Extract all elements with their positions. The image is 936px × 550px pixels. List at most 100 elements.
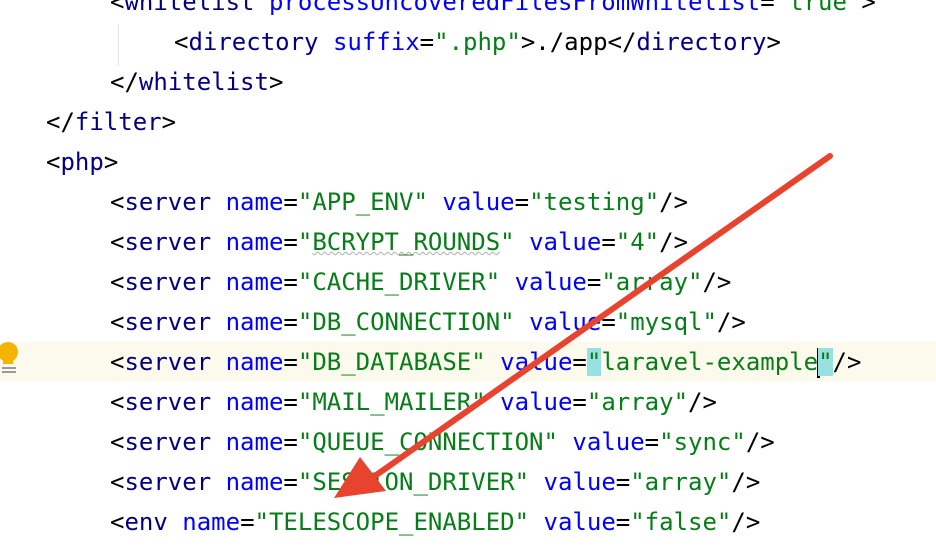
tag-name: directory — [636, 28, 767, 56]
attribute-value: .php — [448, 28, 507, 56]
code-text: <server name="BCRYPT_ROUNDS" value="4"/> — [110, 222, 688, 262]
code-line[interactable]: <directory suffix=".php">./app</director… — [0, 22, 936, 62]
tag-bracket: </ — [607, 28, 637, 56]
code-line[interactable]: <whitelist processUncoveredFilesFromWhit… — [0, 0, 936, 22]
attribute-value: sync — [673, 428, 732, 456]
tag-name: filter — [74, 108, 162, 136]
tag-bracket: < — [110, 0, 125, 16]
code-text: <server name="CACHE_DRIVER" value="array… — [110, 262, 731, 302]
code-line[interactable]: <server name="APP_ENV" value="testing"/> — [0, 182, 936, 222]
tag-bracket: /> — [832, 348, 862, 376]
quote: " — [601, 268, 616, 296]
quote: " — [659, 428, 674, 456]
equals-sign: = — [615, 468, 631, 496]
attribute-value: laravel-example — [601, 348, 819, 376]
quote: " — [630, 508, 645, 536]
quote: " — [297, 388, 313, 416]
quote: " — [716, 468, 732, 496]
code-text: <server name="MAIL_MAILER" value="array"… — [110, 382, 717, 422]
quote: " — [644, 188, 660, 216]
equals-sign: = — [615, 508, 631, 536]
tag-name: server — [124, 188, 212, 216]
tag-bracket: </ — [46, 108, 75, 136]
code-line[interactable]: <php> — [0, 142, 936, 182]
code-text: <server name="QUEUE_CONNECTION" value="s… — [110, 422, 775, 462]
attribute-name: name — [225, 428, 284, 456]
equals-sign: = — [283, 268, 298, 296]
tag-bracket: > — [861, 0, 876, 16]
code-editor[interactable]: <whitelist processUncoveredFilesFromWhit… — [0, 0, 936, 550]
attribute-name: value — [500, 348, 573, 376]
tag-bracket: < — [110, 268, 125, 296]
attribute-value: DB_CONNECTION — [312, 308, 501, 336]
tag-bracket: < — [110, 228, 125, 256]
tag-bracket: < — [110, 308, 125, 336]
quote: " — [297, 348, 313, 376]
code-text: <server name="SESSION_DRIVER" value="arr… — [110, 462, 760, 502]
equals-sign: = — [760, 0, 775, 16]
code-text: <server name="APP_ENV" value="testing"/> — [110, 182, 688, 222]
quote: " — [846, 0, 862, 16]
attribute-value: QUEUE_CONNECTION — [312, 428, 544, 456]
quote: " — [586, 348, 602, 376]
code-line[interactable]: <server name="BCRYPT_ROUNDS" value="4"/> — [0, 222, 936, 262]
quote: " — [471, 388, 486, 416]
tag-bracket: /> — [745, 428, 775, 456]
quote: " — [500, 228, 515, 256]
code-line[interactable]: <server name="DB_CONNECTION" value="mysq… — [0, 302, 936, 342]
equals-sign: = — [514, 188, 530, 216]
code-line[interactable]: <server name="CACHE_DRIVER" value="array… — [0, 262, 936, 302]
tag-name: server — [124, 428, 212, 456]
tag-bracket: < — [110, 428, 125, 456]
attribute-name: value — [529, 308, 602, 336]
quote: " — [688, 268, 703, 296]
quote: " — [254, 508, 269, 536]
tag-bracket: < — [174, 28, 189, 56]
attribute-name: value — [442, 188, 515, 216]
attribute-name: value — [514, 268, 587, 296]
attribute-name: suffix — [332, 28, 420, 56]
quote: " — [500, 308, 515, 336]
tag-name: directory — [188, 28, 319, 56]
lightbulb-icon[interactable] — [0, 341, 24, 375]
attribute-value: array — [615, 268, 689, 296]
equals-sign: = — [572, 388, 587, 416]
tag-name: server — [124, 308, 212, 336]
code-text: </filter> — [46, 102, 176, 142]
attribute-value: BCRYPT_ROUNDS — [312, 228, 501, 256]
equals-sign: = — [419, 28, 435, 56]
tag-bracket: </ — [110, 68, 139, 96]
equals-sign: = — [283, 228, 298, 256]
attribute-value: mysql — [630, 308, 703, 336]
code-line[interactable]: <env name="TELESCOPE_ENABLED" value="fal… — [0, 502, 936, 542]
tag-bracket: > — [103, 148, 119, 176]
tag-name: server — [124, 268, 212, 296]
element-text: ./app — [535, 28, 608, 56]
attribute-value: true — [789, 0, 847, 16]
attribute-name: name — [225, 348, 284, 376]
code-line[interactable]: </filter> — [0, 102, 936, 142]
quote: " — [818, 348, 833, 376]
code-line-current[interactable]: <server name="DB_DATABASE" value="larave… — [0, 342, 936, 382]
quote: " — [471, 348, 486, 376]
code-line[interactable]: <server name="SESSION_DRIVER" value="arr… — [0, 462, 936, 502]
attribute-value: CACHE_DRIVER — [312, 268, 486, 296]
code-line[interactable]: </whitelist> — [0, 62, 936, 102]
equals-sign: = — [283, 348, 298, 376]
quote: " — [413, 188, 428, 216]
tag-bracket: > — [766, 28, 781, 56]
quote: " — [514, 468, 530, 496]
equals-sign: = — [601, 228, 616, 256]
attribute-name: value — [572, 428, 645, 456]
tag-name: server — [124, 228, 212, 256]
code-text: <server name="DB_CONNECTION" value="mysq… — [110, 302, 746, 342]
equals-sign: = — [240, 508, 255, 536]
code-line[interactable]: <server name="MAIL_MAILER" value="array"… — [0, 382, 936, 422]
attribute-value: 4 — [630, 228, 645, 256]
quote: " — [673, 388, 689, 416]
code-line[interactable]: <server name="QUEUE_CONNECTION" value="s… — [0, 422, 936, 462]
attribute-name: value — [529, 228, 602, 256]
tag-name: server — [124, 468, 212, 496]
tag-bracket: < — [110, 388, 125, 416]
attribute-name: name — [225, 228, 284, 256]
